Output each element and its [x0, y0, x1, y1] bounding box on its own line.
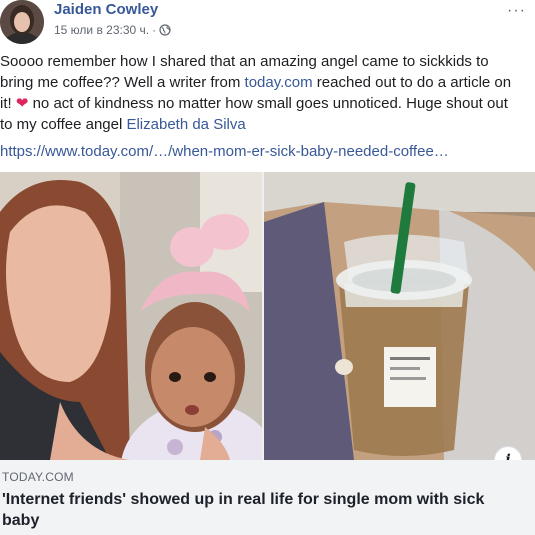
meta-separator: · — [152, 23, 157, 37]
today-link[interactable]: today.com — [245, 74, 313, 91]
link-preview-card[interactable]: TODAY.COM 'Internet friends' showed up i… — [0, 460, 535, 535]
link-preview-image[interactable] — [0, 172, 535, 460]
post-meta: 15 юли в 23:30 ч. · — [54, 23, 171, 37]
coffee-cup-photo — [264, 172, 535, 460]
author-name[interactable]: Jaiden Cowley — [54, 1, 158, 18]
post-text: Soooo remember how I shared that an amaz… — [0, 51, 520, 135]
timestamp[interactable]: 15 юли в 23:30 ч. — [54, 23, 149, 37]
avatar[interactable] — [0, 0, 44, 44]
mother-baby-photo — [0, 172, 262, 460]
post-header: Jaiden Cowley 15 юли в 23:30 ч. · ··· — [0, 0, 535, 48]
more-options-button[interactable]: ··· — [507, 2, 526, 20]
mention-link[interactable]: Elizabeth da Silva — [126, 116, 245, 133]
heart-emoji: ❤ — [15, 95, 29, 112]
link-title[interactable]: 'Internet friends' showed up in real lif… — [2, 489, 522, 531]
article-url[interactable]: https://www.today.com/…/when-mom-er-sick… — [0, 143, 449, 160]
post-text-part: no act of kindness no matter how small g… — [0, 95, 508, 133]
link-source: TODAY.COM — [2, 470, 74, 484]
globe-icon[interactable] — [159, 24, 171, 36]
